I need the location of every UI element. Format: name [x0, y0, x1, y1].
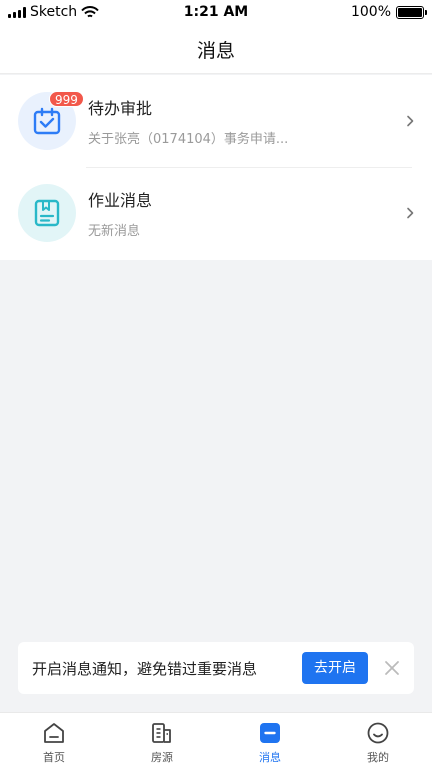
message-list: 999 待办审批 关于张亮（0174104）事务申请... 作业消息 无新消息 [0, 75, 432, 260]
message-subtitle: 关于张亮（0174104）事务申请... [88, 132, 289, 147]
message-icon [260, 723, 280, 743]
notification-text: 开启消息通知，避免错过重要消息 [32, 659, 258, 678]
chevron-right-icon [407, 115, 414, 127]
battery-icon [396, 5, 427, 19]
nav-bar: 消息 [0, 26, 432, 74]
work-avatar [18, 184, 76, 242]
tab-bar: 首页 房源 消息 我的 [0, 712, 432, 768]
approval-text: 待办审批 关于张亮（0174104）事务申请... [88, 95, 288, 147]
unread-badge: 999 [49, 91, 84, 107]
close-icon[interactable] [384, 660, 400, 676]
home-icon [44, 723, 64, 743]
battery-fill [398, 7, 422, 17]
status-right: 100% [350, 4, 427, 20]
tab-listings[interactable]: 房源 [108, 713, 216, 768]
enable-notification-button[interactable]: 去开启 [302, 652, 368, 684]
building-icon [152, 723, 171, 743]
message-title: 作业消息 [88, 191, 153, 210]
message-subtitle: 无新消息 [88, 224, 141, 239]
chevron-right-icon [407, 207, 414, 219]
tab-label: 消息 [259, 751, 281, 764]
tab-label: 首页 [43, 751, 65, 764]
tab-profile[interactable]: 我的 [324, 713, 432, 768]
document-bookmark-icon [34, 199, 60, 227]
status-bar: Sketch 1:21 AM 100% [0, 0, 432, 26]
message-item-work[interactable]: 作业消息 无新消息 [0, 167, 432, 259]
tab-home[interactable]: 首页 [0, 713, 108, 768]
page-title: 消息 [196, 40, 235, 62]
notification-banner: 开启消息通知，避免错过重要消息 去开启 [18, 642, 414, 694]
message-title: 待办审批 [88, 99, 153, 118]
tab-messages[interactable]: 消息 [216, 713, 324, 768]
tab-label: 房源 [151, 751, 173, 764]
tab-label: 我的 [367, 751, 389, 764]
battery-percent: 100% [350, 4, 391, 20]
work-text: 作业消息 无新消息 [88, 187, 152, 239]
message-item-approval[interactable]: 999 待办审批 关于张亮（0174104）事务申请... [0, 75, 432, 167]
smile-icon [367, 722, 389, 744]
calendar-check-icon [33, 107, 61, 135]
